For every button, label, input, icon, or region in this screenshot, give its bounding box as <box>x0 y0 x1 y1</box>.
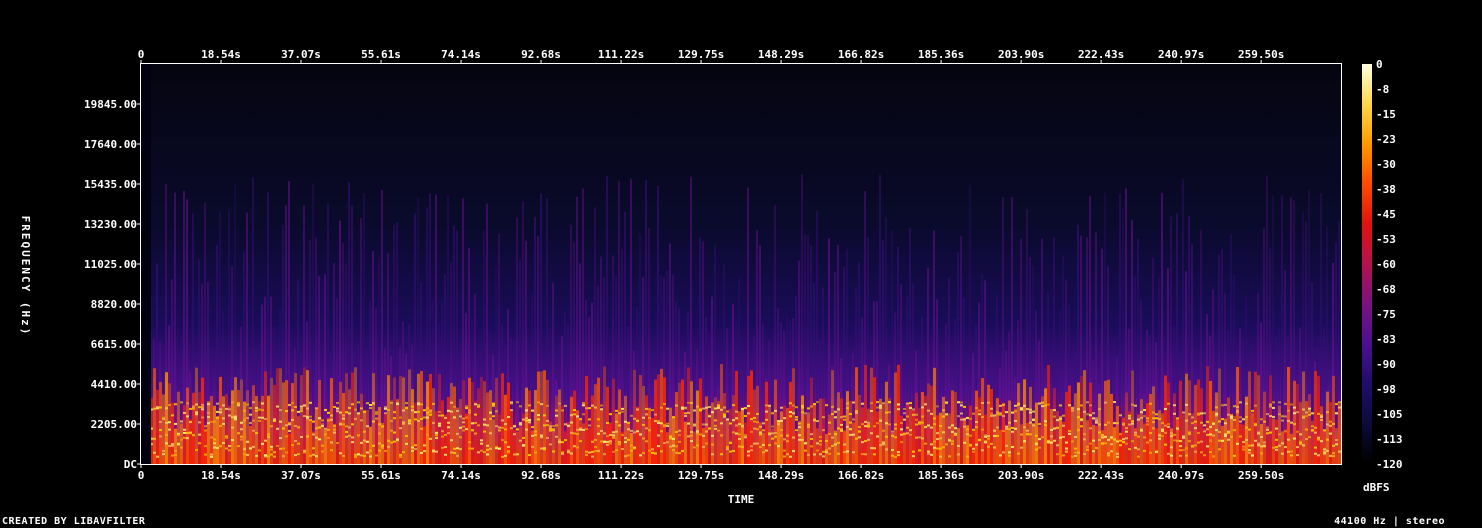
colorbar-label: dBFS <box>1363 481 1390 494</box>
x-tick-label-top: 129.75s <box>678 48 724 61</box>
plot-area <box>141 64 1341 464</box>
y-tick-label: 2205.00 <box>91 418 137 431</box>
x-tick-label-bottom: 166.82s <box>838 469 884 482</box>
y-tick-label: DC <box>124 458 137 471</box>
x-tick-label-top: 203.90s <box>998 48 1044 61</box>
colorbar-tick-label: -113 <box>1376 433 1403 446</box>
x-tick-label-bottom: 0 <box>138 469 145 482</box>
y-tick-label: 17640.00 <box>84 138 137 151</box>
y-tick-label: 6615.00 <box>91 338 137 351</box>
x-axis-label: TIME <box>728 493 755 506</box>
x-tick-label-top: 240.97s <box>1158 48 1204 61</box>
x-tick-label-top: 222.43s <box>1078 48 1124 61</box>
y-axis-label: FREQUENCY (Hz) <box>19 216 32 337</box>
y-tick-label: 8820.00 <box>91 298 137 311</box>
x-tick-label-bottom: 148.29s <box>758 469 804 482</box>
x-tick-label-bottom: 203.90s <box>998 469 1044 482</box>
footer-credit: CREATED BY LIBAVFILTER <box>2 516 146 527</box>
x-tick-label-top: 166.82s <box>838 48 884 61</box>
colorbar-ticks: 0 -8 -15 -23 -30 -38 -45 -53 -60 -68 -75 -83 -90 -98 -… <box>1376 58 1403 471</box>
x-tick-label-top: 18.54s <box>201 48 241 61</box>
colorbar-tick-label: -60 <box>1376 258 1396 271</box>
x-tick-label-bottom: 259.50s <box>1238 469 1284 482</box>
colorbar-tick-label: -30 <box>1376 158 1396 171</box>
y-tick-label: 13230.00 <box>84 218 137 231</box>
colorbar-tick-label: -90 <box>1376 358 1396 371</box>
x-tick-label-bottom: 129.75s <box>678 469 724 482</box>
x-tick-label-top: 55.61s <box>361 48 401 61</box>
colorbar-tick-label: -98 <box>1376 383 1396 396</box>
x-tick-label-top: 148.29s <box>758 48 804 61</box>
x-tick-label-bottom: 185.36s <box>918 469 964 482</box>
x-tick-label-top: 185.36s <box>918 48 964 61</box>
colorbar-tick-label: -45 <box>1376 208 1396 221</box>
x-tick-label-bottom: 18.54s <box>201 469 241 482</box>
y-axis: DC 2205.00 4410.00 6615.00 8820.00 11025.00 13… <box>84 98 141 471</box>
x-tick-label-top: 0 <box>138 48 145 61</box>
colorbar-tick-label: -120 <box>1376 458 1403 471</box>
y-tick-label: 4410.00 <box>91 378 137 391</box>
x-tick-label-top: 92.68s <box>521 48 561 61</box>
silence-region <box>141 64 151 464</box>
colorbar-tick-label: -53 <box>1376 233 1396 246</box>
x-axis-bottom: 0 18.54s 37.07s 55.61s 74.14s 92.68s 111.22s 12… <box>138 464 1284 482</box>
x-tick-label-bottom: 111.22s <box>598 469 644 482</box>
x-tick-label-top: 111.22s <box>598 48 644 61</box>
colorbar-tick-label: -15 <box>1376 108 1396 121</box>
x-tick-label-bottom: 92.68s <box>521 469 561 482</box>
x-tick-label-bottom: 37.07s <box>281 469 321 482</box>
footer-sample-rate: 44100 Hz | stereo <box>1334 516 1445 527</box>
colorbar <box>1362 64 1372 464</box>
x-axis-top: 0 18.54s 37.07s 55.61s 74.14s 92.68s 111.22s 12… <box>138 48 1284 64</box>
colorbar-tick-label: -105 <box>1376 408 1403 421</box>
colorbar-tick-label: -83 <box>1376 333 1396 346</box>
x-tick-label-bottom: 55.61s <box>361 469 401 482</box>
y-tick-label: 15435.00 <box>84 178 137 191</box>
y-tick-label: 11025.00 <box>84 258 137 271</box>
colorbar-tick-label: -38 <box>1376 183 1396 196</box>
colorbar-tick-label: -8 <box>1376 83 1389 96</box>
colorbar-tick-label: -75 <box>1376 308 1396 321</box>
x-tick-label-top: 259.50s <box>1238 48 1284 61</box>
x-tick-label-bottom: 240.97s <box>1158 469 1204 482</box>
x-tick-label-bottom: 74.14s <box>441 469 481 482</box>
x-tick-label-bottom: 222.43s <box>1078 469 1124 482</box>
colorbar-tick-label: 0 <box>1376 58 1383 71</box>
x-tick-label-top: 37.07s <box>281 48 321 61</box>
y-tick-label: 19845.00 <box>84 98 137 111</box>
x-tick-label-top: 74.14s <box>441 48 481 61</box>
spectrogram-chart: 0 18.54s 37.07s 55.61s 74.14s 92.68s 111.22s 12… <box>19 48 1403 506</box>
colorbar-tick-label: -23 <box>1376 133 1396 146</box>
colorbar-tick-label: -68 <box>1376 283 1396 296</box>
